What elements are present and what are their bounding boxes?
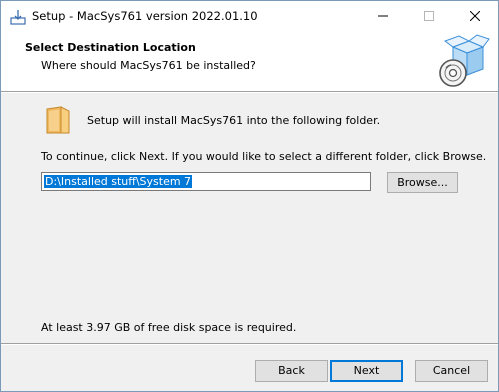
title-bar[interactable]: Setup - MacSys761 version 2022.01.10	[1, 1, 498, 31]
destination-path-value: D:\Installed stuff\System 7	[44, 175, 193, 188]
disk-space-required-text: At least 3.97 GB of free disk space is r…	[41, 321, 297, 334]
setup-window: Setup - MacSys761 version 2022.01.10 Sel…	[0, 0, 499, 392]
footer-divider-highlight	[1, 344, 498, 345]
setup-box-disc-icon	[435, 33, 491, 89]
instructions-text: To continue, click Next. If you would li…	[41, 150, 487, 163]
back-button[interactable]: Back	[255, 360, 328, 382]
window-title: Setup - MacSys761 version 2022.01.10	[32, 9, 258, 23]
close-button[interactable]	[452, 1, 498, 31]
wizard-header: Select Destination Location Where should…	[1, 31, 498, 91]
setup-app-icon	[10, 9, 26, 25]
next-button[interactable]: Next	[330, 360, 403, 382]
maximize-icon	[424, 11, 434, 21]
browse-button[interactable]: Browse...	[387, 172, 458, 193]
destination-path-input[interactable]: D:\Installed stuff\System 7	[41, 172, 371, 191]
page-title: Select Destination Location	[25, 41, 196, 54]
folder-icon	[45, 105, 71, 135]
cancel-button[interactable]: Cancel	[415, 360, 488, 382]
close-icon	[470, 11, 480, 21]
header-divider-highlight	[1, 92, 498, 93]
maximize-button[interactable]	[406, 1, 452, 31]
minimize-button[interactable]	[360, 1, 406, 31]
page-subtitle: Where should MacSys761 be installed?	[41, 59, 256, 72]
intro-text: Setup will install MacSys761 into the fo…	[87, 114, 381, 127]
minimize-icon	[378, 15, 388, 17]
